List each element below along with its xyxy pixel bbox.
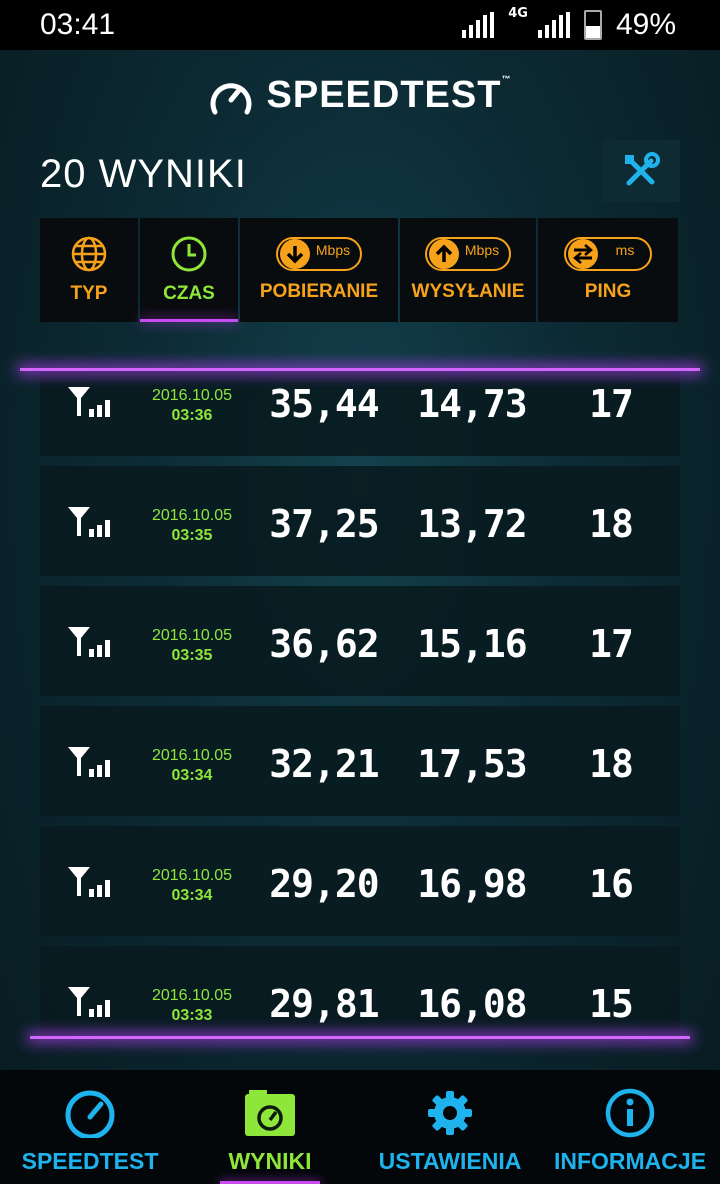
download-value: 32,21: [269, 742, 379, 786]
column-time[interactable]: CZAS: [140, 218, 238, 322]
upload-value: 16,98: [417, 862, 527, 906]
status-bar: 03:41 4G 49%: [0, 0, 720, 50]
ping-value: 16: [589, 862, 634, 906]
download-value: 37,25: [269, 502, 379, 546]
status-icons: 4G 49%: [462, 5, 676, 42]
upload-value: 14,73: [417, 382, 527, 426]
nav-results[interactable]: WYNIKI: [180, 1070, 360, 1184]
result-datetime: 2016.10.05 03:34: [151, 747, 233, 784]
speedometer-icon: [65, 1090, 115, 1138]
upload-arrow-icon: [435, 244, 453, 262]
results-table-header: TYP CZAS Mbps POBIERANIE Mbps WYSYŁANIE …: [40, 218, 680, 322]
info-icon: [605, 1088, 655, 1138]
result-datetime: 2016.10.05 03:35: [151, 507, 233, 544]
result-row[interactable]: 2016.10.05 03:36 35,44 14,73 17: [40, 370, 680, 456]
tools-icon: [625, 152, 660, 186]
upload-value: 15,16: [417, 622, 527, 666]
result-row[interactable]: 2016.10.05 03:35 37,25 13,72 18: [40, 466, 680, 576]
upload-unit: Mbps: [464, 242, 500, 258]
nav-info[interactable]: INFORMACJE: [540, 1070, 720, 1184]
app-logo: SPEEDTEST™: [0, 74, 720, 117]
download-unit: Mbps: [315, 242, 351, 258]
nav-results-label: WYNIKI: [228, 1148, 312, 1174]
cellular-network-icon: [68, 627, 110, 657]
ping-value: 17: [589, 382, 634, 426]
results-list[interactable]: 2016.10.05 03:36 35,44 14,73 17 2016.10.0…: [40, 370, 680, 1038]
bottom-navigation: SPEEDTEST WYNIKI USTAWIENIA INFORMACJE: [0, 1070, 720, 1184]
result-datetime: 2016.10.05 03:34: [151, 867, 233, 904]
download-value: 29,81: [269, 982, 379, 1026]
column-ping[interactable]: ms PING: [538, 218, 678, 322]
result-row[interactable]: 2016.10.05 03:35 36,62 15,16 17: [40, 586, 680, 696]
result-row[interactable]: 2016.10.05 03:34 32,21 17,53 18: [40, 706, 680, 816]
upload-value: 13,72: [417, 502, 527, 546]
battery-icon: [583, 10, 602, 40]
results-folder-icon: [245, 1090, 295, 1136]
cellular-network-icon: [68, 387, 110, 417]
column-download-label: POBIERANIE: [259, 281, 379, 302]
upload-value: 16,08: [417, 982, 527, 1026]
column-download[interactable]: Mbps POBIERANIE: [240, 218, 398, 322]
column-type[interactable]: TYP: [40, 218, 138, 322]
ping-value: 18: [589, 502, 634, 546]
upload-value: 17,53: [417, 742, 527, 786]
ping-arrows-icon: [572, 244, 593, 264]
cellular-network-icon: [68, 507, 110, 537]
wifi-signal-icon: [462, 12, 495, 38]
brand-name: SPEEDTEST™: [266, 74, 512, 116]
download-value: 35,44: [269, 382, 379, 426]
cellular-network-icon: [68, 747, 110, 777]
globe-icon: [71, 236, 107, 272]
column-upload[interactable]: Mbps WYSYŁANIE: [400, 218, 536, 322]
result-datetime: 2016.10.05 03:35: [151, 627, 233, 664]
cell-signal-icon: [537, 12, 570, 38]
result-row[interactable]: 2016.10.05 03:33 29,81 16,08 15: [40, 946, 680, 1038]
nav-speedtest-label: SPEEDTEST: [21, 1148, 159, 1174]
result-row[interactable]: 2016.10.05 03:34 29,20 16,98 16: [40, 826, 680, 936]
result-datetime: 2016.10.05 03:36: [151, 387, 233, 424]
speedometer-icon: [210, 82, 251, 114]
nav-settings[interactable]: USTAWIENIA: [360, 1070, 540, 1184]
nav-speedtest[interactable]: SPEEDTEST: [0, 1070, 180, 1184]
ping-unit: ms: [615, 242, 635, 258]
results-count: 20 WYNIKI: [40, 152, 247, 196]
column-ping-label: PING: [584, 281, 632, 302]
ping-value: 18: [589, 742, 634, 786]
cellular-network-icon: [68, 987, 110, 1017]
download-value: 29,20: [269, 862, 379, 906]
clock-icon: [171, 236, 207, 272]
ping-value: 17: [589, 622, 634, 666]
column-upload-label: WYSYŁANIE: [411, 281, 525, 302]
network-type: 4G: [508, 5, 528, 21]
column-time-label: CZAS: [163, 283, 215, 304]
download-arrow-icon: [286, 246, 304, 264]
result-datetime: 2016.10.05 03:33: [151, 987, 233, 1024]
column-type-label: TYP: [70, 283, 108, 304]
status-time: 03:41: [40, 8, 116, 41]
download-value: 36,62: [269, 622, 379, 666]
cellular-network-icon: [68, 867, 110, 897]
nav-settings-label: USTAWIENIA: [378, 1148, 522, 1174]
list-bottom-glow: [30, 1036, 690, 1039]
tools-button[interactable]: [602, 140, 680, 202]
battery-percent: 49%: [615, 8, 676, 41]
list-top-glow: [20, 368, 700, 371]
gear-icon: [428, 1091, 472, 1135]
ping-value: 15: [589, 982, 634, 1026]
nav-info-label: INFORMACJE: [553, 1148, 707, 1174]
